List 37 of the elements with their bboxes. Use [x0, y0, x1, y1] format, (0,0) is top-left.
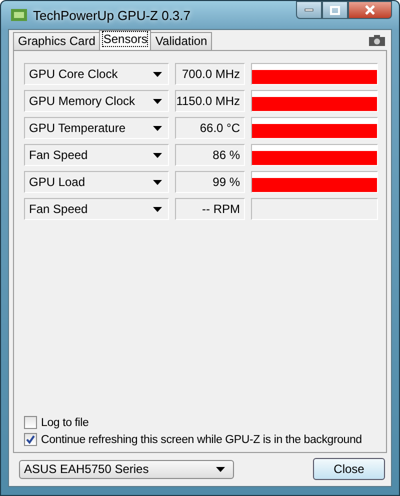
caret-icon [153, 152, 162, 158]
sensor-select[interactable]: GPU Load [24, 171, 169, 193]
checkbox-label: Continue refreshing this screen while GPU-Z is in the background [41, 434, 362, 446]
tab[interactable]: Graphics Card [13, 32, 100, 50]
window-title: TechPowerUp GPU-Z 0.3.7 [33, 8, 191, 22]
sensor-select[interactable]: GPU Temperature [24, 117, 169, 139]
caret-icon [216, 466, 225, 472]
sensor-value: 700.0 MHz [175, 63, 245, 85]
minimize-icon [304, 8, 314, 12]
close-button[interactable]: Close [313, 458, 385, 480]
checkbox-label: Log to file [41, 416, 89, 428]
tab[interactable]: Sensors [99, 30, 152, 50]
card-select[interactable]: ASUS EAH5750 Series [19, 460, 234, 478]
caret-icon [153, 206, 162, 212]
checkbox[interactable] [24, 433, 37, 446]
caret-icon [153, 126, 162, 130]
tab[interactable]: Validation [150, 32, 212, 50]
minimize-button[interactable] [296, 1, 322, 19]
sensor-value: 86 % [175, 144, 245, 166]
close-icon [364, 5, 376, 15]
app-icon [11, 8, 27, 22]
caret-icon [153, 72, 162, 76]
close-button[interactable] [348, 1, 392, 19]
camera-icon[interactable] [369, 35, 385, 46]
caret-icon [153, 180, 162, 184]
sensor-select[interactable]: GPU Core Clock [24, 63, 169, 85]
sensor-value: 99 % [175, 171, 245, 193]
sensor-value: 1150.0 MHz [175, 90, 245, 112]
sensor-select[interactable]: Fan Speed [24, 198, 169, 220]
sensor-value: -- RPM [175, 198, 245, 220]
sensor-select[interactable]: Fan Speed [24, 144, 169, 166]
maximize-icon [330, 6, 340, 14]
maximize-button[interactable] [322, 1, 348, 19]
sensor-select[interactable]: GPU Memory Clock [24, 90, 169, 112]
checkbox[interactable] [24, 416, 37, 429]
caret-icon [153, 98, 162, 104]
sensor-value: 66.0 °C [175, 117, 245, 139]
